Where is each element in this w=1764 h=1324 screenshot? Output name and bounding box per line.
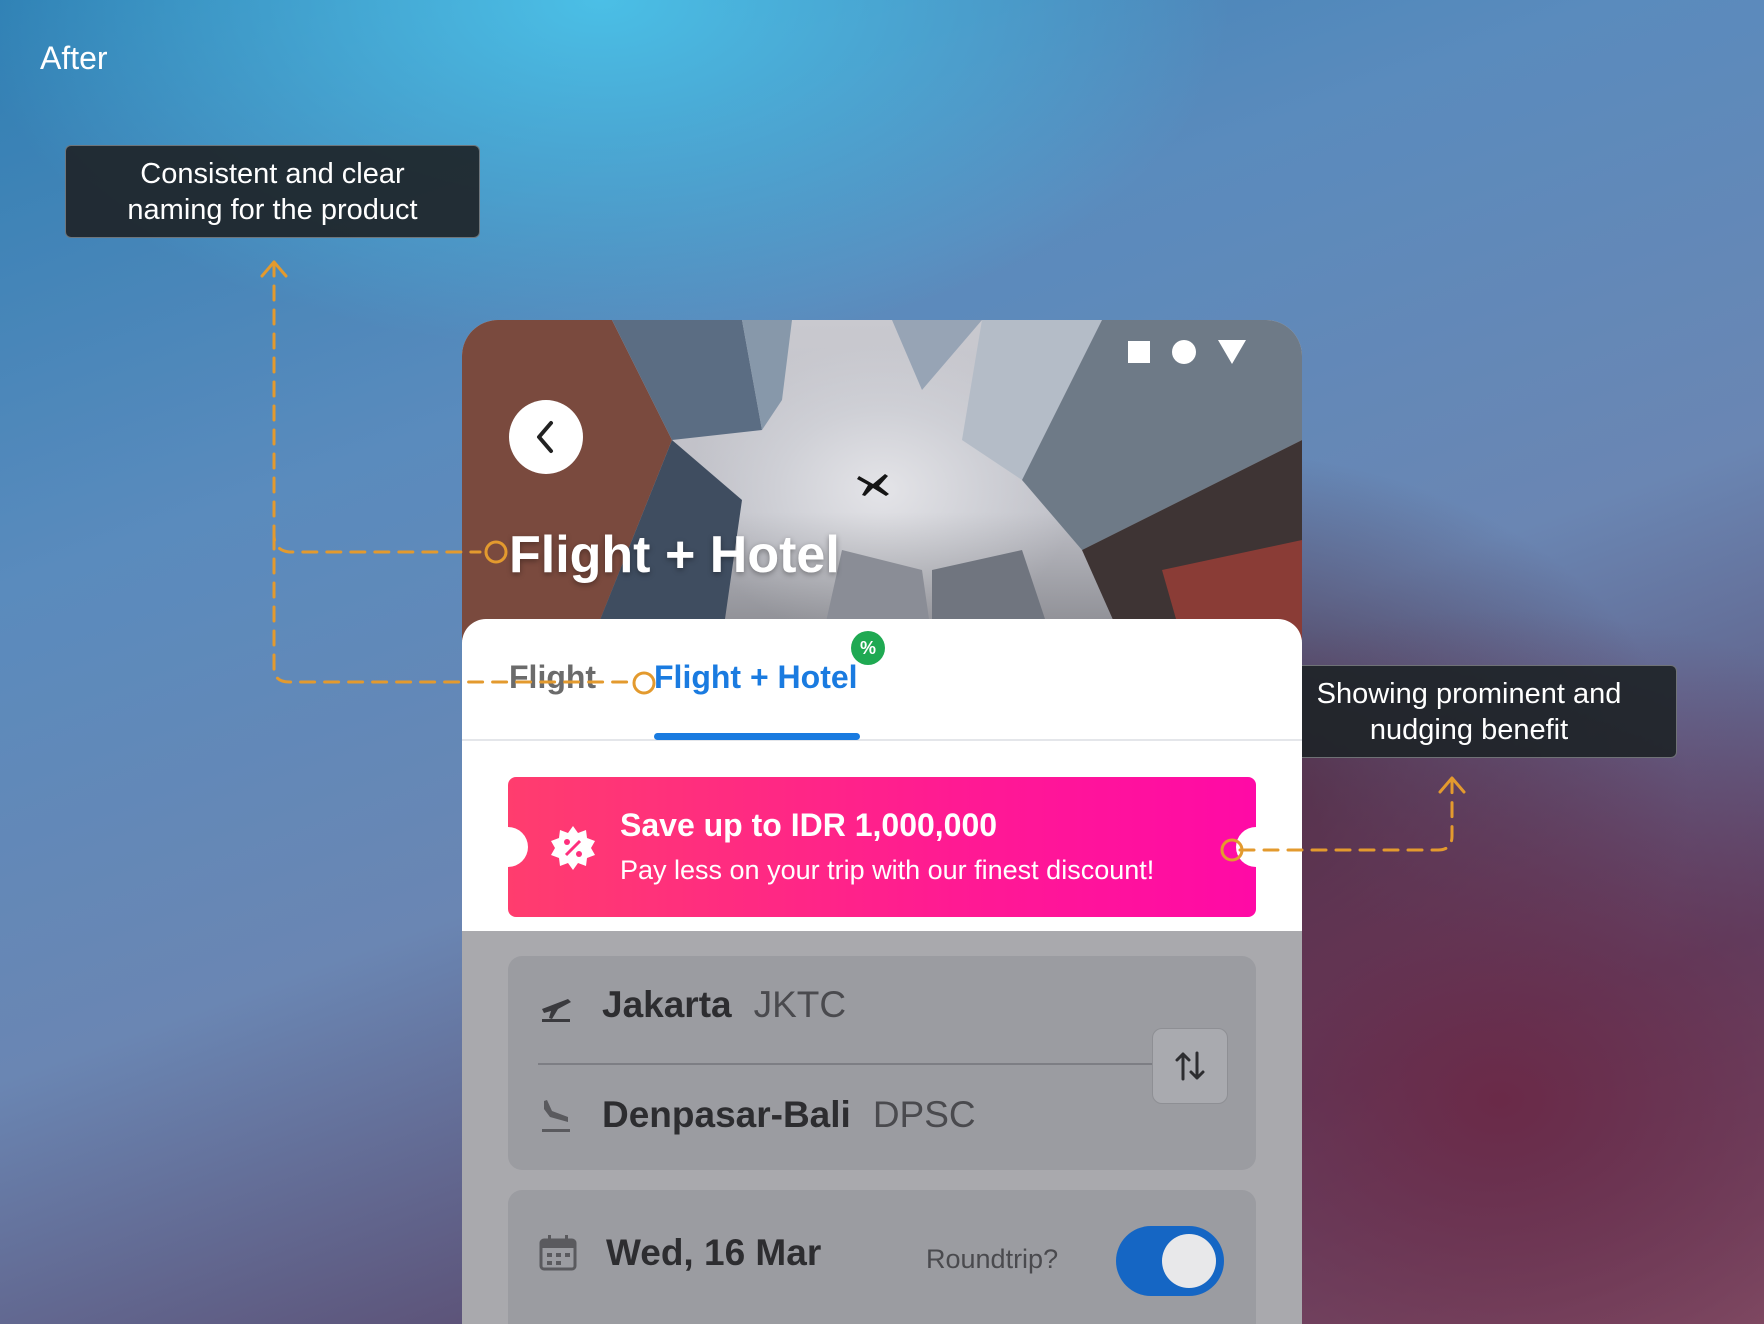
annotation-lines xyxy=(260,260,1466,862)
